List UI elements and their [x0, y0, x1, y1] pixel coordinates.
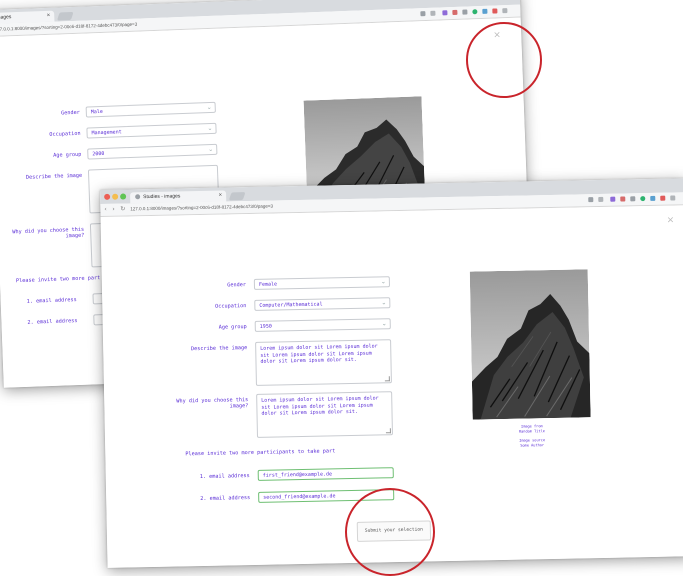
- invite-instructions: Please invite two more participants to t…: [185, 448, 336, 458]
- photo-caption-title-link[interactable]: Random Title: [503, 429, 561, 435]
- age-group-select[interactable]: 1950 ⌄: [254, 318, 391, 332]
- email2-value: second_friend@example.de: [263, 493, 336, 501]
- menu-icon[interactable]: [502, 8, 508, 14]
- browser-window-front: Studies - images × ‹ › ↻ 127.0.0.1:8000/…: [100, 178, 683, 568]
- describe-image-label: Describe the image: [190, 345, 248, 353]
- why-choose-label: Why did you choose this image?: [176, 397, 249, 410]
- describe-image-textarea[interactable]: Lorem ipsum dolor sit Lorem ipsum dolor …: [255, 339, 392, 386]
- email1-input[interactable]: first_friend@example.de: [257, 467, 394, 481]
- occupation-select[interactable]: Management ⌄: [86, 122, 217, 139]
- rock-photo-graphic: [469, 269, 591, 420]
- green-extension-icon[interactable]: [472, 9, 478, 15]
- tab-title: Studies - images: [143, 193, 181, 201]
- submit-selection-button[interactable]: Submit your selection: [356, 520, 432, 542]
- page-favicon-icon: [135, 194, 141, 200]
- chevron-down-icon: ⌄: [208, 145, 214, 154]
- rock-photo: [469, 269, 591, 420]
- new-tab-button[interactable]: [56, 11, 74, 21]
- resize-handle-icon[interactable]: [385, 428, 391, 434]
- close-icon[interactable]: ×: [667, 215, 675, 225]
- occupation-value: Computer/Mathematical: [259, 301, 323, 309]
- new-tab-button[interactable]: [228, 192, 246, 201]
- green-extension-icon[interactable]: [640, 196, 646, 202]
- email1-label: 1. email address: [199, 473, 250, 481]
- tab-title: images: [0, 14, 12, 21]
- age-group-label: Age group: [218, 324, 247, 331]
- menu-icon[interactable]: [670, 195, 676, 201]
- star-icon[interactable]: [598, 196, 604, 203]
- occupation-value: Management: [91, 129, 122, 137]
- maximize-window-icon[interactable]: [120, 193, 127, 200]
- chevron-down-icon: ⌄: [207, 124, 213, 133]
- why-choose-value: Lorem ipsum dolor sit Lorem ipsum dolor …: [261, 395, 379, 417]
- describe-image-value: Lorem ipsum dolor sit Lorem ipsum dolor …: [260, 343, 378, 365]
- pen-icon[interactable]: [610, 196, 616, 202]
- extension-blue-icon[interactable]: [650, 195, 656, 201]
- chevron-down-icon: ⌄: [380, 278, 386, 286]
- chevron-down-icon: ⌄: [206, 103, 212, 112]
- back-arrow-icon[interactable]: ‹: [104, 206, 107, 214]
- age-group-label: Age group: [53, 151, 82, 159]
- chevron-down-icon: ⌄: [381, 299, 387, 307]
- gender-label: Gender: [227, 282, 246, 289]
- zoom-icon[interactable]: [420, 11, 426, 17]
- extension-blue-icon[interactable]: [482, 8, 488, 14]
- gender-select[interactable]: Female ⌄: [253, 276, 391, 290]
- email2-label: 2. email address: [200, 495, 251, 503]
- reload-icon[interactable]: ↻: [120, 205, 125, 213]
- gender-value: Male: [90, 108, 103, 116]
- gender-select[interactable]: Male ⌄: [85, 101, 216, 118]
- email1-label: 1. email address: [26, 297, 77, 305]
- extension-red-icon[interactable]: [492, 8, 498, 14]
- occupation-label: Occupation: [215, 303, 247, 310]
- star-icon[interactable]: [430, 10, 436, 16]
- extension-icon[interactable]: [630, 196, 636, 202]
- invite-instructions: Please invite two more part: [15, 275, 101, 285]
- age-group-value: 2000: [92, 150, 105, 158]
- email2-label: 2. email address: [27, 318, 78, 326]
- why-choose-label: Why did you choose this image?: [12, 226, 85, 240]
- edit-icon[interactable]: [620, 196, 626, 202]
- close-icon[interactable]: ×: [493, 30, 501, 40]
- resize-handle-icon[interactable]: [384, 376, 390, 382]
- zoom-icon[interactable]: [588, 197, 594, 203]
- chevron-down-icon: ⌄: [381, 320, 387, 328]
- extension-icon[interactable]: [462, 9, 468, 15]
- why-choose-textarea[interactable]: Lorem ipsum dolor sit Lorem ipsum dolor …: [256, 391, 393, 438]
- email2-input[interactable]: second_friend@example.de: [258, 489, 395, 503]
- photo-caption-author-link[interactable]: Some Author: [503, 443, 561, 449]
- tab-close-icon[interactable]: ×: [219, 191, 223, 202]
- gender-value: Female: [258, 281, 278, 288]
- occupation-select[interactable]: Computer/Mathematical ⌄: [254, 297, 391, 311]
- page-content: × Gender Female ⌄ Occupation Computer/Ma…: [100, 205, 683, 568]
- close-window-icon[interactable]: [104, 193, 111, 200]
- occupation-label: Occupation: [49, 130, 81, 138]
- tab-close-icon[interactable]: ×: [47, 11, 51, 22]
- pen-icon[interactable]: [442, 10, 448, 16]
- age-group-select[interactable]: 2000 ⌄: [87, 143, 218, 160]
- minimize-window-icon[interactable]: [112, 193, 119, 200]
- forward-arrow-icon[interactable]: ›: [112, 206, 115, 214]
- edit-icon[interactable]: [452, 9, 458, 16]
- email1-value: first_friend@example.de: [262, 471, 333, 479]
- describe-image-label: Describe the image: [25, 172, 83, 181]
- gender-label: Gender: [60, 109, 80, 117]
- age-group-value: 1950: [259, 323, 272, 330]
- extension-red-icon[interactable]: [660, 195, 666, 201]
